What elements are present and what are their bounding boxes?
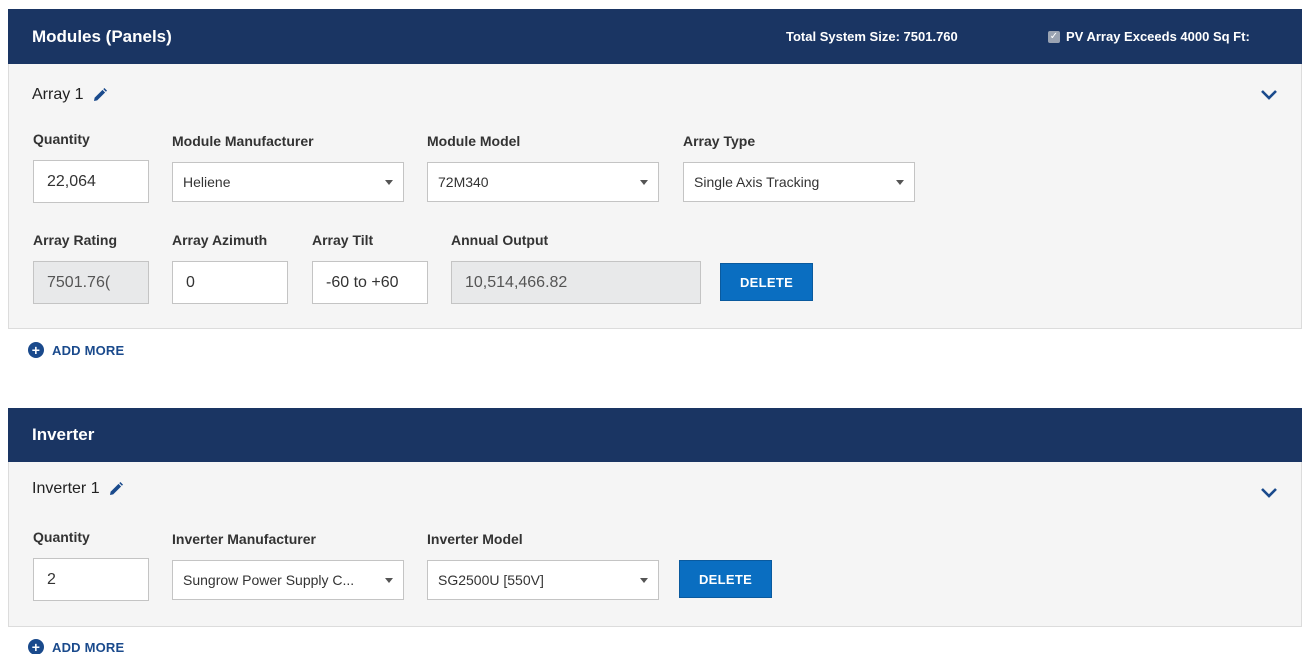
plus-circle-icon: + <box>28 639 44 654</box>
inverter-manufacturer-label: Inverter Manufacturer <box>172 531 316 547</box>
annual-output-label: Annual Output <box>451 232 549 248</box>
array-tilt-input[interactable]: -60 to +60 <box>312 261 428 304</box>
inverter-header: Inverter <box>8 408 1302 462</box>
module-model-value: 72M340 <box>438 174 489 190</box>
inverter-title: Inverter <box>32 425 95 444</box>
inverter-item-title: Inverter 1 <box>32 480 124 498</box>
array-rating-label: Array Rating <box>33 232 118 248</box>
array-rating-field: 7501.76( <box>33 261 149 304</box>
array-azimuth-label: Array Azimuth <box>172 232 268 248</box>
plus-circle-icon: + <box>28 342 44 358</box>
inverter-quantity-label: Quantity <box>33 529 90 545</box>
modules-header: Modules (Panels) Total System Size: 7501… <box>8 9 1302 64</box>
inverter-quantity-input[interactable]: 2 <box>33 558 149 601</box>
dropdown-arrow-icon <box>640 180 648 185</box>
annual-output-field: 10,514,466.82 <box>451 261 701 304</box>
inverter-model-value: SG2500U [550V] <box>438 572 544 588</box>
inverter-model-select[interactable]: SG2500U [550V] <box>427 560 659 600</box>
module-manufacturer-value: Heliene <box>183 174 231 190</box>
add-more-label: ADD MORE <box>52 639 125 654</box>
modules-title: Modules (Panels) <box>32 26 172 46</box>
inverter-model-label: Inverter Model <box>427 531 523 547</box>
quantity-input[interactable]: 22,064 <box>33 160 149 203</box>
total-system-size: Total System Size: 7501.760 <box>786 29 958 44</box>
pv-exceeds-label: PV Array Exceeds 4000 Sq Ft: <box>1066 29 1250 44</box>
delete-array-button[interactable]: DELETE <box>720 263 813 301</box>
array-azimuth-input[interactable]: 0 <box>172 261 288 304</box>
pencil-icon[interactable] <box>92 87 108 103</box>
array-title: Array 1 <box>32 86 108 104</box>
pencil-icon[interactable] <box>108 481 124 497</box>
add-more-array-button[interactable]: + ADD MORE <box>28 342 124 358</box>
inverter-item-title-text: Inverter 1 <box>32 480 100 497</box>
array-type-value: Single Axis Tracking <box>694 174 820 190</box>
total-system-size-value: 7501.760 <box>903 29 958 44</box>
chevron-down-icon[interactable] <box>1260 89 1278 101</box>
array-tilt-label: Array Tilt <box>312 232 374 248</box>
dropdown-arrow-icon <box>896 180 904 185</box>
dropdown-arrow-icon <box>640 578 648 583</box>
checkbox-icon[interactable]: ✓ <box>1048 30 1060 43</box>
module-manufacturer-select[interactable]: Heliene <box>172 162 404 202</box>
module-model-label: Module Model <box>427 133 521 149</box>
delete-inverter-button[interactable]: DELETE <box>679 560 772 598</box>
array-type-label: Array Type <box>683 133 756 149</box>
inverter-manufacturer-select[interactable]: Sungrow Power Supply C... <box>172 560 404 600</box>
add-more-label: ADD MORE <box>52 342 125 358</box>
inverter-manufacturer-value: Sungrow Power Supply C... <box>183 572 355 588</box>
array-panel: Array 1 Quantity Module Manufacturer Mod… <box>8 64 1302 329</box>
dropdown-arrow-icon <box>385 180 393 185</box>
inverter-panel: Inverter 1 Quantity Inverter Manufacture… <box>8 462 1302 627</box>
module-manufacturer-label: Module Manufacturer <box>172 133 314 149</box>
array-type-select[interactable]: Single Axis Tracking <box>683 162 915 202</box>
array-title-text: Array 1 <box>32 86 84 103</box>
chevron-down-icon[interactable] <box>1260 487 1278 499</box>
quantity-label: Quantity <box>33 131 90 147</box>
module-model-select[interactable]: 72M340 <box>427 162 659 202</box>
pv-exceeds-checkbox[interactable]: ✓ PV Array Exceeds 4000 Sq Ft: <box>1048 29 1250 44</box>
add-more-inverter-button[interactable]: + ADD MORE <box>28 639 124 654</box>
dropdown-arrow-icon <box>385 578 393 583</box>
total-system-size-label: Total System Size: <box>786 29 900 44</box>
